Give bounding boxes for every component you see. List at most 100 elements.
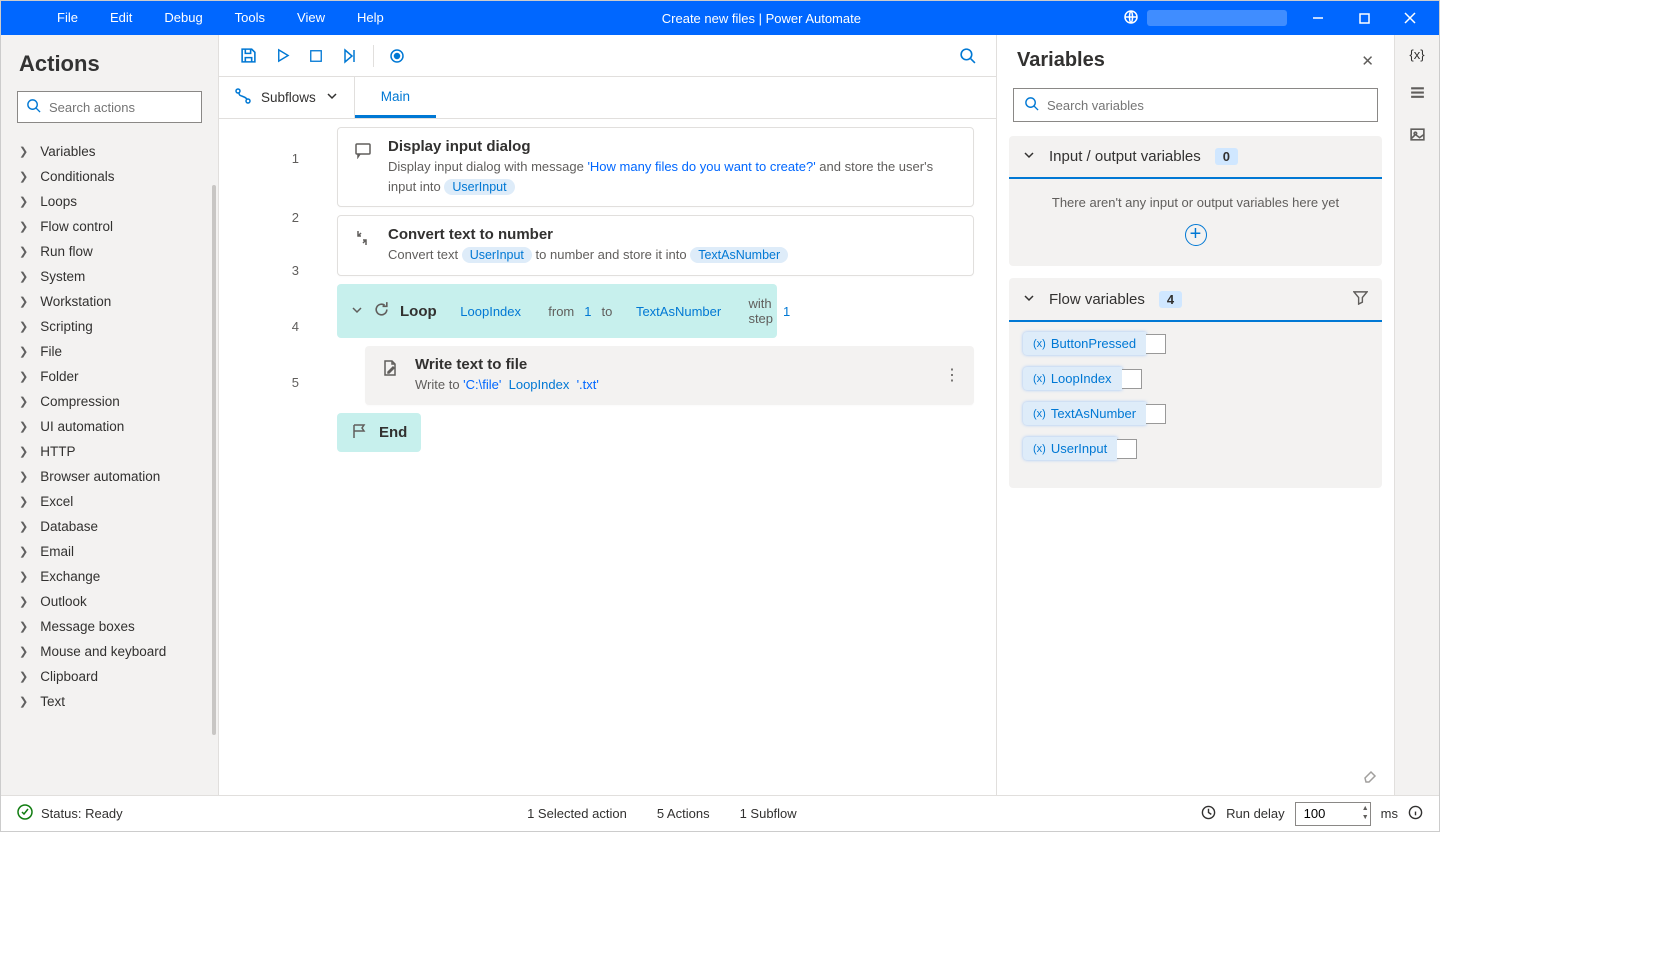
- step-convert-text-to-number[interactable]: Convert text to number Convert text User…: [337, 215, 974, 276]
- window-controls: [1295, 1, 1433, 35]
- chevron-right-icon: ❯: [19, 495, 28, 508]
- minimize-button[interactable]: [1295, 1, 1341, 35]
- more-icon[interactable]: ⋮: [944, 365, 960, 385]
- status-center: 1 Selected action 5 Actions 1 Subflow: [147, 806, 1177, 821]
- actions-search-input[interactable]: [49, 100, 225, 115]
- step-display-input-dialog[interactable]: Display input dialog Display input dialo…: [337, 127, 974, 207]
- close-button[interactable]: [1387, 1, 1433, 35]
- chevron-right-icon: ❯: [19, 245, 28, 258]
- tab-main[interactable]: Main: [355, 77, 436, 118]
- chevron-right-icon: ❯: [19, 220, 28, 233]
- category-label: Email: [40, 544, 74, 559]
- save-button[interactable]: [231, 39, 265, 73]
- menu-edit[interactable]: Edit: [94, 1, 148, 35]
- chevron-right-icon: ❯: [19, 320, 28, 333]
- step-end[interactable]: End: [337, 413, 421, 452]
- step-button[interactable]: [333, 39, 367, 73]
- flow-variables-section: Flow variables 4 (x) ButtonPressed (x) Lo…: [1009, 278, 1382, 488]
- action-category[interactable]: ❯Run flow: [1, 239, 218, 264]
- ui-elements-rail-button[interactable]: [1409, 84, 1426, 104]
- variables-title: Variables: [1017, 49, 1361, 72]
- variables-header: Variables ✕: [997, 35, 1394, 82]
- clear-button[interactable]: [997, 768, 1394, 795]
- action-category[interactable]: ❯Database: [1, 514, 218, 539]
- delay-input[interactable]: [1295, 802, 1371, 826]
- category-label: Loops: [40, 194, 77, 209]
- menu-tools[interactable]: Tools: [219, 1, 281, 35]
- spinner-buttons[interactable]: ▲▼: [1362, 804, 1369, 822]
- record-button[interactable]: [380, 39, 414, 73]
- filter-icon[interactable]: [1353, 290, 1368, 308]
- action-category[interactable]: ❯System: [1, 264, 218, 289]
- variable-row[interactable]: (x) ButtonPressed: [1023, 332, 1368, 355]
- category-label: Compression: [40, 394, 120, 409]
- stop-button[interactable]: [299, 39, 333, 73]
- maximize-button[interactable]: [1341, 1, 1387, 35]
- action-category[interactable]: ❯Mouse and keyboard: [1, 639, 218, 664]
- action-category[interactable]: ❯Workstation: [1, 289, 218, 314]
- variables-search[interactable]: [1013, 88, 1378, 122]
- actions-list[interactable]: ❯Variables❯Conditionals❯Loops❯Flow contr…: [1, 135, 218, 795]
- action-category[interactable]: ❯Loops: [1, 189, 218, 214]
- action-category[interactable]: ❯UI automation: [1, 414, 218, 439]
- variables-search-input[interactable]: [1047, 98, 1367, 113]
- section-header[interactable]: Flow variables 4: [1009, 278, 1382, 322]
- action-category[interactable]: ❯File: [1, 339, 218, 364]
- flow-variables-list: (x) ButtonPressed (x) LoopIndex (x) TextAs…: [1009, 322, 1382, 488]
- action-category[interactable]: ❯Browser automation: [1, 464, 218, 489]
- action-category[interactable]: ❯Flow control: [1, 214, 218, 239]
- editor-search-button[interactable]: [950, 39, 984, 73]
- menu-view[interactable]: View: [281, 1, 341, 35]
- action-category[interactable]: ❯Email: [1, 539, 218, 564]
- action-category[interactable]: ❯Excel: [1, 489, 218, 514]
- menu-help[interactable]: Help: [341, 1, 400, 35]
- action-category[interactable]: ❯HTTP: [1, 439, 218, 464]
- section-header[interactable]: Input / output variables 0: [1009, 136, 1382, 179]
- chevron-right-icon: ❯: [19, 695, 28, 708]
- action-category[interactable]: ❯Conditionals: [1, 164, 218, 189]
- run-button[interactable]: [265, 39, 299, 73]
- step-title: End: [379, 424, 407, 441]
- category-label: Outlook: [40, 594, 87, 609]
- line-num: 4: [219, 295, 337, 357]
- scrollbar[interactable]: [212, 185, 216, 735]
- variable-row[interactable]: (x) LoopIndex: [1023, 367, 1368, 390]
- close-icon[interactable]: ✕: [1361, 52, 1374, 70]
- action-category[interactable]: ❯Variables: [1, 139, 218, 164]
- convert-icon: [354, 229, 374, 250]
- category-label: System: [40, 269, 85, 284]
- action-category[interactable]: ❯Clipboard: [1, 664, 218, 689]
- chevron-down-icon[interactable]: [351, 304, 363, 319]
- step-title: Display input dialog: [388, 138, 957, 155]
- info-icon[interactable]: [1408, 805, 1423, 823]
- steps-column: Display input dialog Display input dialo…: [337, 119, 996, 795]
- variable-value: [1122, 369, 1142, 389]
- chevron-right-icon: ❯: [19, 620, 28, 633]
- action-category[interactable]: ❯Text: [1, 689, 218, 714]
- action-category[interactable]: ❯Compression: [1, 389, 218, 414]
- images-rail-button[interactable]: [1409, 126, 1426, 146]
- step-loop[interactable]: Loop LoopIndex from 1 to TextAsNumber wi…: [337, 284, 777, 338]
- delay-label: Run delay: [1226, 806, 1285, 821]
- environment-badge[interactable]: [1147, 10, 1287, 26]
- status-left: Status: Ready: [17, 804, 123, 823]
- checkmark-icon: [17, 804, 33, 823]
- subflows-dropdown[interactable]: Subflows: [219, 77, 355, 118]
- action-category[interactable]: ❯Scripting: [1, 314, 218, 339]
- action-category[interactable]: ❯Exchange: [1, 564, 218, 589]
- step-write-text-to-file[interactable]: Write text to file Write to 'C:\file' Lo…: [365, 346, 974, 405]
- menu-file[interactable]: File: [41, 1, 94, 35]
- variable-value: [1117, 439, 1137, 459]
- action-category[interactable]: ❯Outlook: [1, 589, 218, 614]
- status-bar: Status: Ready 1 Selected action 5 Action…: [1, 795, 1439, 831]
- variables-rail-button[interactable]: {x}: [1409, 47, 1424, 62]
- flag-icon: [351, 423, 367, 442]
- add-variable-button[interactable]: +: [1185, 224, 1207, 246]
- variable-row[interactable]: (x) TextAsNumber: [1023, 402, 1368, 425]
- loop-icon: [373, 301, 390, 321]
- menu-debug[interactable]: Debug: [148, 1, 218, 35]
- variable-row[interactable]: (x) UserInput: [1023, 437, 1368, 460]
- actions-search[interactable]: [17, 91, 202, 123]
- action-category[interactable]: ❯Message boxes: [1, 614, 218, 639]
- action-category[interactable]: ❯Folder: [1, 364, 218, 389]
